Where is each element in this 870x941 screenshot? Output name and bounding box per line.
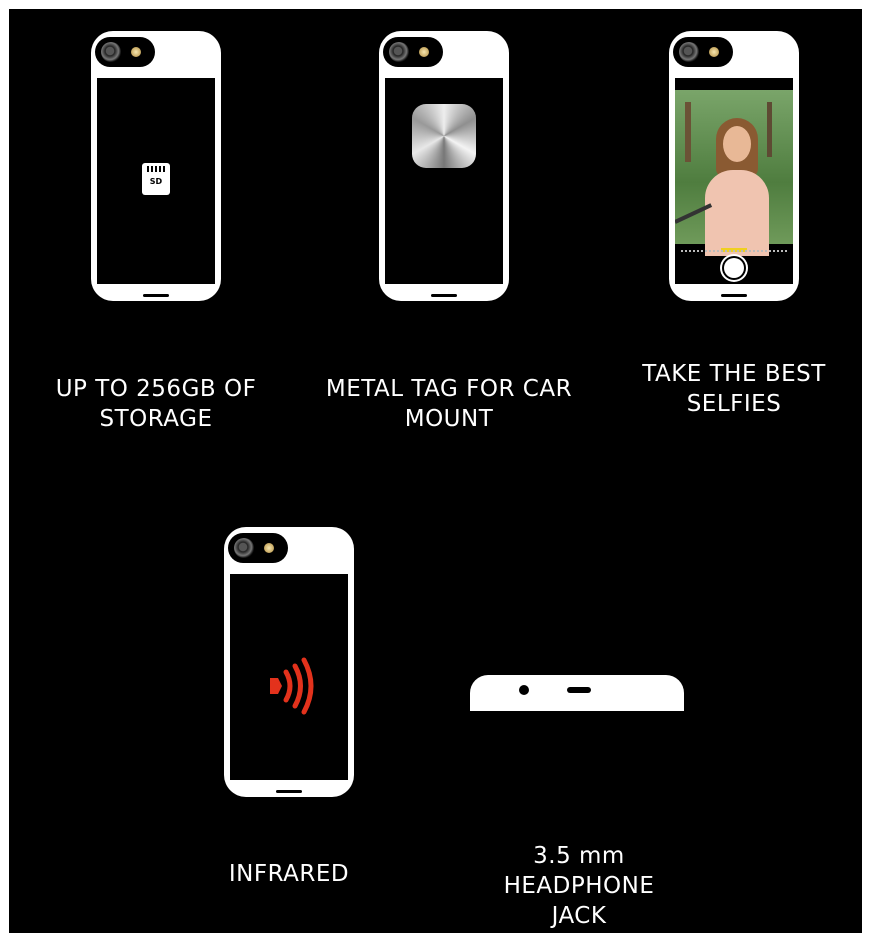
caption-metal-tag-line2: MOUNT	[404, 406, 494, 432]
charging-port	[431, 294, 457, 297]
camera-module	[228, 533, 288, 563]
phone-screen	[230, 574, 348, 780]
charging-port	[143, 294, 169, 297]
charging-port	[721, 294, 747, 297]
headphone-jack-icon	[470, 675, 684, 711]
camera-lens-icon	[234, 538, 254, 558]
caption-selfie: TAKE THE BEST SELFIES	[614, 359, 854, 419]
flash-icon	[419, 47, 429, 57]
camera-module	[95, 37, 155, 67]
flash-icon	[131, 47, 141, 57]
camera-lens-icon	[679, 42, 699, 62]
caption-metal-tag-line1: METAL TAG FOR CAR	[325, 376, 573, 402]
caption-infrared-line1: INFRARED	[228, 861, 350, 887]
camera-lens-icon	[101, 42, 121, 62]
camera-module	[383, 37, 443, 67]
caption-jack-line2: HEADPHONE	[503, 873, 655, 899]
caption-metal-tag: METAL TAG FOR CAR MOUNT	[314, 374, 584, 434]
selfie-photo	[675, 90, 793, 256]
caption-jack-line1: 3.5 mm	[533, 843, 625, 869]
phone-screen	[675, 78, 793, 284]
camera-mode-bar	[681, 250, 787, 255]
camera-module	[673, 37, 733, 67]
caption-jack-line3: JACK	[551, 903, 607, 929]
camera-selfie-screen	[675, 78, 793, 284]
shutter-button-icon	[724, 258, 744, 278]
caption-infrared: INFRARED	[189, 859, 389, 889]
caption-selfie-line1: TAKE THE BEST	[642, 361, 826, 387]
phone-case-storage: SD	[91, 31, 221, 301]
flash-icon	[709, 47, 719, 57]
phone-case-selfie	[669, 31, 799, 301]
infrared-signal-icon	[270, 657, 314, 715]
sd-card-label: SD	[149, 177, 163, 186]
caption-selfie-line2: SELFIES	[686, 391, 782, 417]
jack-hole	[519, 685, 529, 695]
metal-tag-icon	[412, 104, 476, 168]
feature-canvas: SD UP TO 256GB OF STORAGE METAL TAG FOR …	[9, 9, 862, 933]
phone-case-infrared	[224, 527, 354, 797]
sd-card-icon: SD	[142, 163, 170, 195]
caption-headphone-jack: 3.5 mm HEADPHONE JACK	[479, 841, 679, 931]
flash-icon	[264, 543, 274, 553]
caption-storage-line1: UP TO 256GB OF	[55, 376, 257, 402]
camera-lens-icon	[389, 42, 409, 62]
phone-case-metal-tag	[379, 31, 509, 301]
charging-port	[276, 790, 302, 793]
phone-screen: SD	[97, 78, 215, 284]
phone-screen	[385, 78, 503, 284]
speaker-slot	[567, 687, 591, 693]
caption-storage: UP TO 256GB OF STORAGE	[31, 374, 281, 434]
caption-storage-line2: STORAGE	[99, 406, 213, 432]
